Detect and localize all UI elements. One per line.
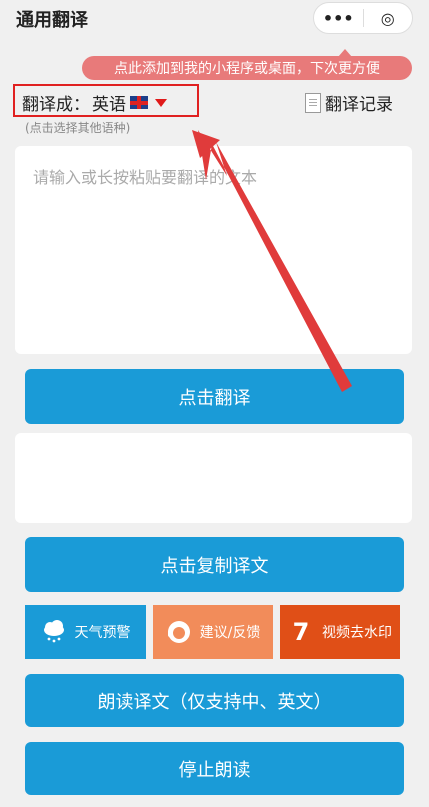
close-miniapp-icon[interactable]: ◎ (364, 3, 413, 33)
cloud-rain-icon (41, 619, 67, 645)
document-icon (305, 92, 321, 113)
weather-alert-label: 天气预警 (74, 625, 131, 641)
feedback-tile[interactable]: 建议/反馈 (153, 605, 273, 659)
number-seven-icon: 7 (292, 618, 310, 646)
translate-button[interactable]: 点击翻译 (25, 369, 404, 424)
stop-reading-button[interactable]: 停止朗读 (25, 742, 404, 795)
feedback-label: 建议/反馈 (199, 625, 261, 641)
translation-output[interactable] (15, 433, 412, 523)
source-text-input[interactable] (31, 162, 395, 346)
support-agent-icon (166, 619, 192, 645)
weather-alert-tile[interactable]: 天气预警 (25, 605, 146, 659)
app-title: 通用翻译 (16, 10, 88, 31)
video-watermark-label: 视频去水印 (322, 625, 392, 641)
source-text-box (15, 146, 412, 354)
annotation-highlight-box (13, 84, 199, 117)
video-watermark-tile[interactable]: 7 视频去水印 (280, 605, 400, 659)
history-label: 翻译记录 (325, 95, 393, 115)
translation-history-link[interactable]: 翻译记录 (305, 90, 393, 115)
language-hint: (点击选择其他语种) (25, 121, 131, 135)
miniapp-capsule: ••• ◎ (313, 2, 413, 34)
add-to-desktop-tip[interactable]: 点此添加到我的小程序或桌面，下次更方便 (82, 56, 412, 80)
read-aloud-button[interactable]: 朗读译文（仅支持中、英文） (25, 674, 404, 727)
more-menu-icon[interactable]: ••• (314, 3, 363, 33)
copy-translation-button[interactable]: 点击复制译文 (25, 537, 404, 592)
